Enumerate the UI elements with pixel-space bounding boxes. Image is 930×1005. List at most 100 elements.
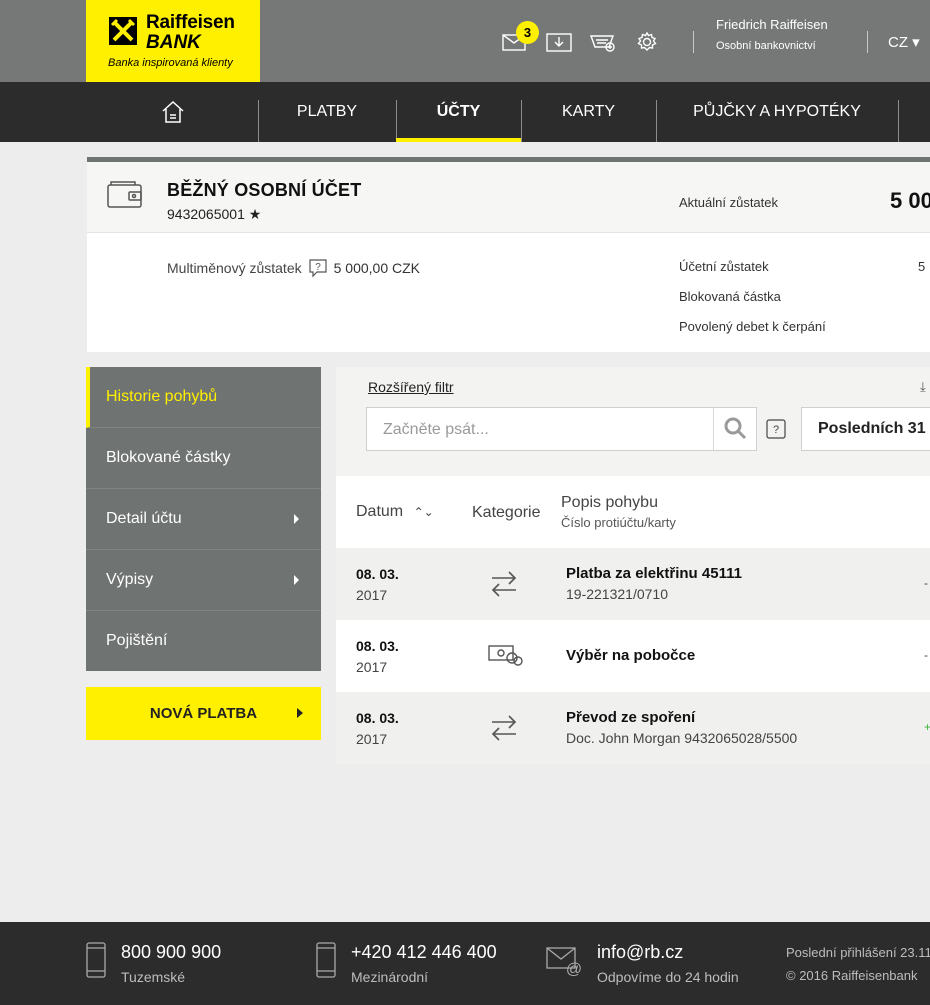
- gear-icon: [637, 31, 657, 51]
- language-selector[interactable]: CZ ▾: [888, 33, 920, 51]
- row-year: 2017: [356, 731, 388, 747]
- table-row[interactable]: 08. 03. 2017 Výběr na pobočce -: [336, 620, 930, 692]
- multicurrency-value: 5 000,00 CZK: [333, 260, 420, 276]
- mobile-phone-icon: [316, 942, 336, 978]
- main-nav: PLATBY ÚČTY KARTY PŮJČKY A HYPOTÉKY: [0, 82, 930, 142]
- row-amount: +: [924, 720, 930, 734]
- user-segment: Osobní bankovnictví: [716, 40, 816, 52]
- wallet-icon: [107, 181, 142, 208]
- current-balance-label: Aktuální zůstatek: [679, 195, 778, 210]
- nav-home[interactable]: [87, 82, 258, 142]
- basket-icon: [590, 35, 615, 52]
- table-row[interactable]: 08. 03. 2017 Převod ze spoření Doc. John…: [336, 692, 930, 764]
- mobile-phone-icon: [86, 942, 106, 978]
- divider: [693, 31, 694, 53]
- sidebar-item-label: Pojištění: [106, 632, 168, 649]
- documents-button[interactable]: [544, 29, 574, 55]
- nav-label: ÚČTY: [436, 103, 481, 120]
- chevron-right-icon: [294, 514, 299, 524]
- search-placeholder: Začněte psát...: [383, 421, 489, 438]
- last-login: Poslední přihlášení 23.11: [786, 945, 930, 960]
- sidebar-item-label: Detail účtu: [106, 510, 182, 527]
- svg-text:?: ?: [773, 424, 779, 436]
- search-icon[interactable]: [723, 416, 749, 442]
- nav-label: PŮJČKY A HYPOTÉKY: [693, 103, 861, 120]
- account-title: BĚŽNÝ OSOBNÍ ÚČET: [167, 180, 362, 200]
- copyright: © 2016 Raiffeisenbank: [786, 968, 918, 983]
- sidebar-item-account-detail[interactable]: Detail účtu: [86, 489, 321, 550]
- user-name[interactable]: Friedrich Raiffeisen: [716, 17, 828, 32]
- domestic-phone[interactable]: 800 900 900: [121, 942, 221, 963]
- row-title: Výběr na pobočce: [566, 647, 696, 664]
- download-box-icon: [546, 33, 572, 52]
- divider: [867, 31, 868, 53]
- brand-tagline: Banka inspirovaná klienty: [108, 57, 233, 69]
- column-category: Kategorie: [472, 504, 541, 521]
- international-phone[interactable]: +420 412 446 400: [351, 942, 497, 963]
- period-value: Posledních 31: [818, 420, 926, 437]
- international-phone-label: Mezinárodní: [351, 969, 429, 985]
- new-payment-button[interactable]: NOVÁ PLATBA: [86, 687, 321, 740]
- email-label: Odpovíme do 24 hodin: [597, 969, 739, 985]
- nav-karty[interactable]: KARTY: [521, 82, 656, 142]
- cash-icon: [488, 645, 523, 666]
- period-select[interactable]: Posledních 31: [801, 407, 930, 451]
- sidebar-item-insurance[interactable]: Pojištění: [86, 611, 321, 671]
- accounting-balance-value: 5: [918, 259, 926, 274]
- search-input[interactable]: Začněte psát...: [366, 407, 757, 451]
- overdraft-label: Povolený debet k čerpání: [679, 319, 826, 334]
- filter-panel: Rozšířený filtr ⤓ Začněte psát... ? Posl…: [336, 367, 930, 476]
- nav-platby[interactable]: PLATBY: [258, 82, 396, 142]
- bank-logo[interactable]: Raiffeisen BANK Banka inspirovaná klient…: [86, 0, 260, 82]
- row-subtitle: 19-221321/0710: [566, 586, 668, 602]
- messages-button[interactable]: 3: [500, 21, 539, 55]
- new-payment-label: NOVÁ PLATBA: [149, 705, 258, 722]
- row-title: Platba za elektřinu 45111: [566, 565, 742, 582]
- svg-text:@: @: [566, 961, 582, 976]
- column-description: Popis pohybu: [561, 494, 658, 511]
- nav-label: KARTY: [561, 103, 616, 120]
- messages-badge: 3: [516, 21, 539, 44]
- table-row[interactable]: 08. 03. 2017 Platba za elektřinu 45111 1…: [336, 548, 930, 620]
- chevron-right-icon: [297, 708, 303, 718]
- row-title: Převod ze spoření: [566, 709, 696, 726]
- top-icons: 3: [500, 21, 662, 56]
- row-amount: -: [924, 576, 928, 590]
- download-icon[interactable]: ⤓: [920, 379, 926, 395]
- nav-ucty[interactable]: ÚČTY: [396, 82, 521, 142]
- brand-name-bank: BANK: [146, 32, 201, 53]
- sidebar-item-history[interactable]: Historie pohybů: [86, 367, 321, 428]
- sidebar-item-label: Blokované částky: [106, 449, 231, 466]
- home-icon: [161, 100, 184, 123]
- settings-button[interactable]: [632, 29, 662, 55]
- account-number[interactable]: 9432065001 ★: [167, 206, 261, 223]
- help-icon[interactable]: ?: [766, 419, 786, 439]
- sidebar-item-blocked[interactable]: Blokované částky: [86, 428, 321, 489]
- svg-text:?: ?: [315, 262, 321, 273]
- accounting-balance-label: Účetní zůstatek: [679, 259, 769, 274]
- sidebar-item-statements[interactable]: Výpisy: [86, 550, 321, 611]
- sidebar-item-label: Výpisy: [106, 571, 154, 588]
- top-bar: Raiffeisen BANK Banka inspirovaná klient…: [0, 0, 930, 82]
- multicurrency-balance: Multiměnový zůstatek ? 5 000,00 CZK: [167, 258, 420, 278]
- column-date[interactable]: Datum ⌃⌄: [356, 503, 434, 521]
- row-year: 2017: [356, 587, 388, 603]
- column-date-label: Datum: [356, 503, 404, 520]
- brand-name: Raiffeisen: [146, 12, 235, 33]
- multicurrency-label: Multiměnový zůstatek: [167, 260, 302, 276]
- email-icon: @: [546, 947, 582, 976]
- email-address[interactable]: info@rb.cz: [597, 942, 683, 963]
- account-header: BĚŽNÝ OSOBNÍ ÚČET 9432065001 ★ Aktuální …: [87, 162, 930, 233]
- raiffeisen-logo-icon: [109, 17, 137, 45]
- transfer-icon: [491, 571, 517, 597]
- info-bubble-icon[interactable]: ?: [308, 258, 328, 278]
- nav-divider: [898, 100, 899, 142]
- table-header: Datum ⌃⌄ Kategorie Popis pohybu Číslo pr…: [336, 476, 930, 548]
- sort-icon[interactable]: ⌃⌄: [414, 505, 434, 519]
- advanced-filter-link[interactable]: Rozšířený filtr: [368, 379, 454, 395]
- basket-button[interactable]: [588, 29, 618, 55]
- row-date: 08. 03.: [356, 566, 399, 582]
- footer: 800 900 900 Tuzemské +420 412 446 400 Me…: [0, 922, 930, 1005]
- row-subtitle: Doc. John Morgan 9432065028/5500: [566, 730, 798, 746]
- nav-pujcky-hypoteky[interactable]: PŮJČKY A HYPOTÉKY: [656, 82, 898, 142]
